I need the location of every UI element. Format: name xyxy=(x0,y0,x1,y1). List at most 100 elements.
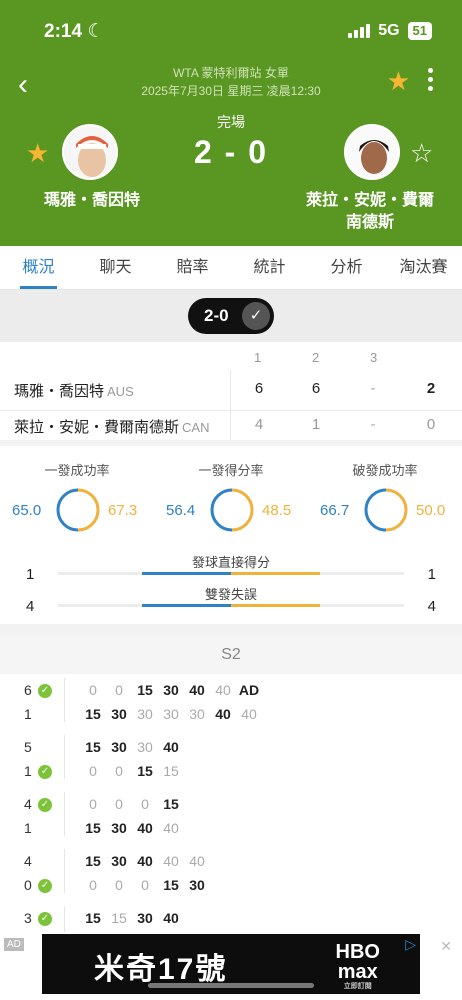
ad-brand-logo: HBO max 立即訂閱 xyxy=(336,942,380,992)
network-label: 5G xyxy=(378,22,400,39)
ad-area: AD 米奇17號 HBO max 立即訂閱 ▷ ✕ xyxy=(0,932,462,1000)
status-indicators: 5G 51 xyxy=(348,22,432,40)
game-divider xyxy=(64,849,65,893)
point-score: 0 xyxy=(141,796,149,812)
table-divider xyxy=(230,370,231,440)
game-score-bottom: 0 xyxy=(24,877,32,893)
ad-title: 米奇17號 xyxy=(94,953,228,986)
point-score: 40 xyxy=(189,853,205,869)
point-score: 30 xyxy=(163,706,179,722)
tab-chat[interactable]: 聊天 xyxy=(77,246,154,289)
stat-right-value: 48.5 xyxy=(262,502,292,519)
favorite-match-star-icon[interactable]: ★ xyxy=(387,66,410,97)
point-score: 30 xyxy=(189,877,205,893)
moon-icon: ☾ xyxy=(87,21,105,42)
point-score: 40 xyxy=(163,853,179,869)
game-score-bottom: 1 xyxy=(24,763,32,779)
country-code: AUS xyxy=(107,384,134,399)
set-score: 4 xyxy=(254,416,264,433)
point-score: 15 xyxy=(163,796,179,812)
match-status: 完場 xyxy=(217,114,245,130)
match-header: 2:14 ☾ 5G 51 ‹ WTA 蒙特利爾站 女單 2025年7月30日 星… xyxy=(0,0,462,246)
table-row-player2-name: 萊拉・安妮・費爾南德斯 CAN xyxy=(14,416,209,437)
score-table: 1 2 3 瑪雅・喬因特 AUS 6 6 - 2 萊拉・安妮・費爾南德斯 CAN 4… xyxy=(0,342,462,440)
game-score-top: 5 xyxy=(24,739,32,755)
tab-bar: 概況 聊天 賠率 統計 分析 淘汰賽 xyxy=(0,246,462,290)
game-divider xyxy=(64,735,65,779)
point-score: 0 xyxy=(89,877,97,893)
player2-name-line2: 南德斯 xyxy=(345,214,394,231)
bar-stat-track xyxy=(58,572,404,575)
bar-fill-left xyxy=(142,572,231,575)
table-row-player1-name: 瑪雅・喬因特 AUS xyxy=(14,380,134,401)
player-name: 瑪雅・喬因特 xyxy=(14,383,105,400)
point-score: AD xyxy=(238,682,260,698)
row-divider xyxy=(0,410,462,411)
bar-stat-left: 4 xyxy=(26,598,35,615)
bar-stat-label: 雙發失誤 xyxy=(204,587,257,602)
tab-overview[interactable]: 概況 xyxy=(0,246,77,289)
point-score: 30 xyxy=(111,739,127,755)
game-score-top: 4 xyxy=(24,796,32,812)
ad-choices-icon[interactable]: ▷ xyxy=(405,936,416,953)
game-score-bottom: 1 xyxy=(24,706,32,722)
point-score: 40 xyxy=(137,853,153,869)
ring-chart xyxy=(56,488,100,532)
set-label[interactable]: S2 xyxy=(0,636,462,674)
stat-title: 一發得分率 xyxy=(198,463,264,478)
more-options-icon[interactable] xyxy=(428,68,434,91)
game-divider xyxy=(64,906,65,932)
point-score: 40 xyxy=(189,682,205,698)
set-score: - xyxy=(370,416,376,433)
bar-stat-right: 1 xyxy=(427,566,436,583)
stat-title: 一發成功率 xyxy=(44,463,110,478)
tab-analysis[interactable]: 分析 xyxy=(308,246,385,289)
player2-avatar[interactable] xyxy=(344,124,400,180)
tab-stats[interactable]: 統計 xyxy=(231,246,308,289)
point-score: 15 xyxy=(137,763,153,779)
point-score: 15 xyxy=(85,820,101,836)
sets-pill[interactable]: 2-0 ✓ xyxy=(188,298,274,334)
point-score: 0 xyxy=(141,877,149,893)
tab-knockout[interactable]: 淘汰賽 xyxy=(385,246,462,289)
brand-sub: 立即訂閱 xyxy=(343,983,372,990)
game-score-top: 4 xyxy=(24,853,32,869)
stats-panel: 一發成功率 一發得分率 破發成功率 65.0 67.3 56.4 48.5 66… xyxy=(0,446,462,624)
ring-chart xyxy=(210,488,254,532)
point-score: 0 xyxy=(89,763,97,779)
battery-icon: 51 xyxy=(407,22,432,40)
point-score: 30 xyxy=(137,910,153,926)
close-icon[interactable]: ✕ xyxy=(440,938,452,955)
bar-stat-left: 1 xyxy=(26,566,35,583)
point-score: 30 xyxy=(189,706,205,722)
game-score-top: 3 xyxy=(24,910,32,926)
point-score: 30 xyxy=(137,706,153,722)
point-score: 40 xyxy=(163,910,179,926)
stat-left-value: 66.7 xyxy=(320,502,350,519)
sets-total: 2 xyxy=(426,380,436,397)
set-header-2: 2 xyxy=(312,350,320,365)
bar-fill-right xyxy=(231,604,320,607)
serve-check-icon: ✓ xyxy=(38,912,52,926)
bar-stat-track xyxy=(58,604,404,607)
player2-name[interactable]: 萊拉・安妮・費爾 南德斯 xyxy=(306,190,434,234)
ad-tag: AD xyxy=(4,938,24,951)
bar-stat-right: 4 xyxy=(427,598,436,615)
game-score-bottom: 1 xyxy=(24,820,32,836)
player1-name[interactable]: 瑪雅・喬因特 xyxy=(44,190,140,212)
point-score: 30 xyxy=(111,820,127,836)
home-indicator xyxy=(148,983,314,988)
status-time: 2:14 ☾ xyxy=(44,20,104,43)
sets-pill-score: 2-0 xyxy=(204,306,229,325)
point-score: 15 xyxy=(85,910,101,926)
set-header-1: 1 xyxy=(254,350,262,365)
tab-odds[interactable]: 賠率 xyxy=(154,246,231,289)
point-by-point-panel: S2 6 ✓ 0 0 15 30 40 40 AD 1 15 30 30 30 30 40 40 5 15 30 30 4… xyxy=(0,636,462,932)
point-score: 30 xyxy=(111,706,127,722)
sets-total: 0 xyxy=(426,416,436,433)
point-score: 0 xyxy=(115,763,123,779)
brand-line2: max xyxy=(337,961,378,983)
point-score: 40 xyxy=(163,820,179,836)
player2-favorite-star-icon[interactable]: ☆ xyxy=(410,138,433,169)
game-divider xyxy=(64,792,65,836)
